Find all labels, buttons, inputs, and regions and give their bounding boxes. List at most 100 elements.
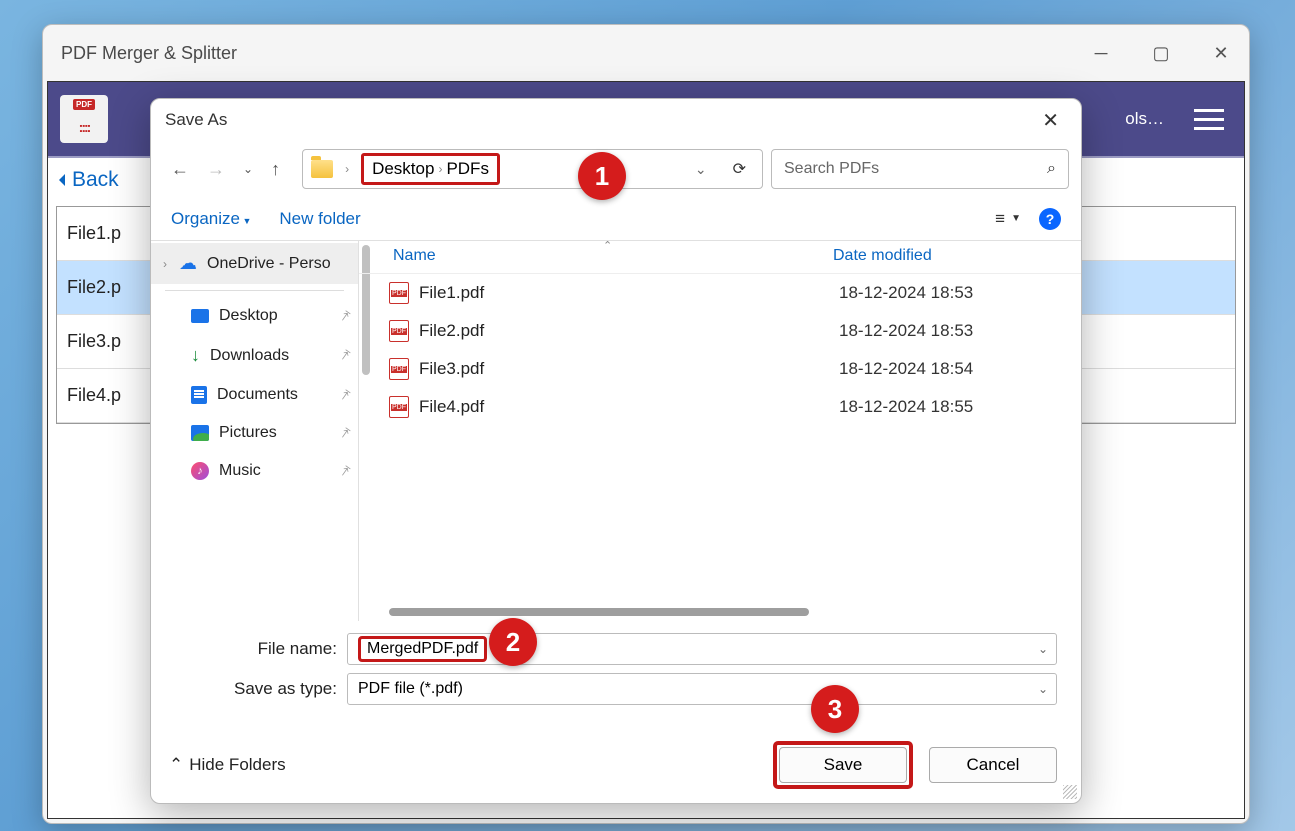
pdf-file-icon [389, 358, 409, 380]
search-input[interactable]: Search PDFs ⌕ [771, 149, 1069, 189]
saveastype-select[interactable]: PDF file (*.pdf) ⌄ [347, 673, 1057, 705]
annotation-2: 2 [489, 618, 537, 666]
pdf-file-icon [389, 282, 409, 304]
annotation-1: 1 [578, 152, 626, 200]
file-name: File2.pdf [419, 321, 839, 341]
search-icon: ⌕ [1047, 160, 1056, 178]
file-name: File3.pdf [419, 359, 839, 379]
chevron-right-icon: › [163, 257, 167, 271]
maximize-button[interactable]: ▢ [1151, 43, 1171, 64]
dialog-footer: ⌃ Hide Folders Save Cancel [151, 719, 1081, 803]
column-name[interactable]: Name [393, 247, 833, 265]
back-label: Back [72, 168, 119, 192]
sidebar-item-label: OneDrive - Perso [207, 255, 331, 273]
close-button[interactable]: ✕ [1211, 43, 1231, 64]
file-entry[interactable]: File1.pdf 18-12-2024 18:53 [389, 274, 1081, 312]
organize-menu[interactable]: Organize [171, 209, 251, 229]
pin-icon: ⤒ [337, 347, 352, 364]
column-headers: ⌃ Name Date modified [359, 241, 1081, 274]
dialog-body: › ☁ OneDrive - Perso Desktop ⤒ ↓ Downloa… [151, 241, 1081, 621]
pictures-icon [191, 425, 209, 441]
hide-folders-toggle[interactable]: ⌃ Hide Folders [169, 755, 286, 775]
music-icon: ♪ [191, 462, 209, 480]
sidebar-item-desktop[interactable]: Desktop ⤒ [151, 297, 358, 335]
pin-icon: ⤒ [337, 307, 352, 324]
sidebar-item-documents[interactable]: Documents ⤒ [151, 376, 358, 414]
menu-button[interactable] [1194, 109, 1224, 130]
filename-value: MergedPDF.pdf [358, 636, 487, 662]
breadcrumb[interactable]: Desktop › PDFs [361, 153, 500, 185]
sidebar: › ☁ OneDrive - Perso Desktop ⤒ ↓ Downloa… [151, 241, 359, 621]
nav-recent-dropdown[interactable]: ⌄ [243, 162, 253, 176]
cancel-button[interactable]: Cancel [929, 747, 1057, 783]
scrollbar-horizontal[interactable] [389, 605, 1063, 619]
save-button[interactable]: Save [779, 747, 907, 783]
file-date: 18-12-2024 18:53 [839, 321, 973, 341]
resize-grip[interactable] [1063, 785, 1077, 799]
header-tools-text: ols… [1125, 109, 1164, 129]
app-title: PDF Merger & Splitter [61, 43, 237, 64]
breadcrumb-desktop[interactable]: Desktop [372, 159, 434, 179]
chevron-up-icon: ⌃ [169, 755, 183, 775]
sidebar-item-downloads[interactable]: ↓ Downloads ⤒ [151, 335, 358, 376]
titlebar: PDF Merger & Splitter ─ ▢ ✕ [43, 25, 1249, 81]
pin-icon: ⤒ [337, 424, 352, 441]
saveastype-label: Save as type: [175, 679, 347, 699]
sidebar-item-label: Desktop [219, 307, 278, 325]
pin-icon: ⤒ [337, 462, 352, 479]
address-bar[interactable]: › Desktop › PDFs ⌄ ⟳ [302, 149, 763, 189]
minimize-button[interactable]: ─ [1091, 43, 1111, 64]
chevron-right-icon: › [438, 162, 442, 176]
sidebar-item-label: Music [219, 462, 261, 480]
chevron-right-icon: › [345, 162, 349, 176]
annotation-3: 3 [811, 685, 859, 733]
chevron-down-icon[interactable]: ⌄ [1038, 642, 1048, 656]
sidebar-item-label: Documents [217, 386, 298, 404]
sort-indicator-icon: ⌃ [603, 239, 612, 252]
dialog-titlebar: Save As ✕ [151, 99, 1081, 141]
file-date: 18-12-2024 18:53 [839, 283, 973, 303]
nav-back-button[interactable]: ← [171, 159, 189, 180]
pdf-file-icon [389, 396, 409, 418]
pdf-file-icon [389, 320, 409, 342]
dialog-title: Save As [165, 110, 227, 130]
column-date[interactable]: Date modified [833, 247, 932, 265]
file-date: 18-12-2024 18:55 [839, 397, 973, 417]
sidebar-item-pictures[interactable]: Pictures ⤒ [151, 414, 358, 452]
cloud-icon: ☁ [179, 253, 197, 274]
dialog-toolbar: Organize New folder ≡ ▼ ? [151, 197, 1081, 241]
file-panel: ⌃ Name Date modified File1.pdf 18-12-202… [359, 241, 1081, 621]
document-icon [191, 386, 207, 404]
folder-icon [311, 160, 333, 178]
window-controls: ─ ▢ ✕ [1091, 43, 1231, 64]
breadcrumb-pdfs[interactable]: PDFs [446, 159, 489, 179]
hide-folders-label: Hide Folders [189, 755, 285, 775]
download-icon: ↓ [191, 345, 200, 366]
nav-forward-button[interactable]: → [207, 159, 225, 180]
scrollbar-vertical[interactable] [359, 243, 373, 583]
file-entry[interactable]: File3.pdf 18-12-2024 18:54 [389, 350, 1081, 388]
file-entry[interactable]: File4.pdf 18-12-2024 18:55 [389, 388, 1081, 426]
sidebar-item-label: Pictures [219, 424, 277, 442]
nav-up-button[interactable]: ↑ [271, 159, 280, 180]
sidebar-item-onedrive[interactable]: › ☁ OneDrive - Perso [151, 243, 358, 284]
help-button[interactable]: ? [1039, 208, 1061, 230]
dialog-form: File name: MergedPDF.pdf ⌄ Save as type:… [151, 621, 1081, 719]
file-date: 18-12-2024 18:54 [839, 359, 973, 379]
refresh-button[interactable]: ⟳ [725, 159, 754, 179]
nav-arrows: ← → ⌄ ↑ [163, 159, 288, 180]
filename-input[interactable]: MergedPDF.pdf ⌄ [347, 633, 1057, 665]
pin-icon: ⤒ [337, 386, 352, 403]
desktop-icon [191, 309, 209, 323]
filename-label: File name: [175, 639, 347, 659]
sidebar-item-music[interactable]: ♪ Music ⤒ [151, 452, 358, 490]
file-entry[interactable]: File2.pdf 18-12-2024 18:53 [389, 312, 1081, 350]
new-folder-button[interactable]: New folder [279, 209, 360, 229]
file-name: File4.pdf [419, 397, 839, 417]
separator [165, 290, 344, 291]
chevron-down-icon[interactable]: ⌄ [1038, 682, 1048, 696]
dialog-close-button[interactable]: ✕ [1034, 104, 1067, 137]
search-placeholder: Search PDFs [784, 160, 879, 178]
address-dropdown[interactable]: ⌄ [695, 161, 707, 178]
view-mode-button[interactable]: ≡ ▼ [995, 209, 1021, 229]
